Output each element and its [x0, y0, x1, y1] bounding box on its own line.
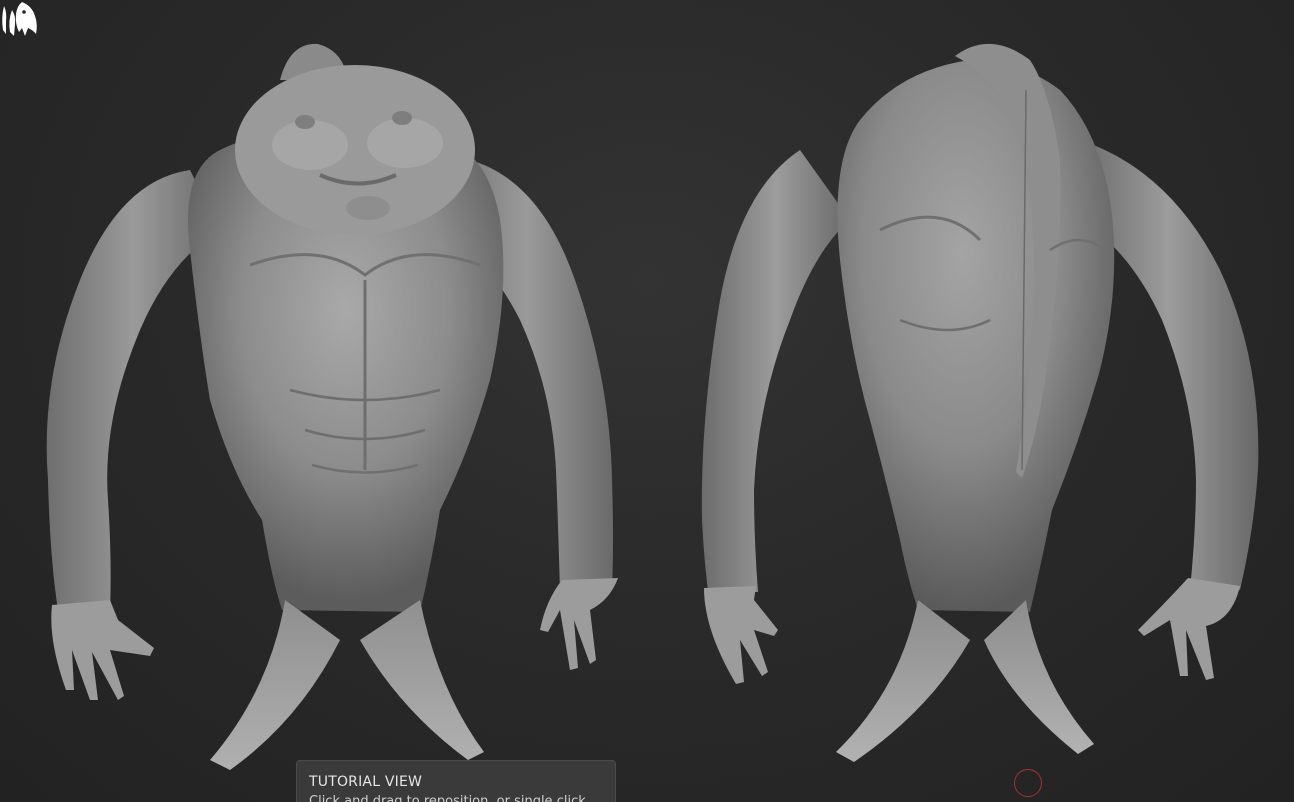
tutorial-body-text: Click and drag to reposition, or single …: [309, 794, 586, 802]
tutorial-view-panel: TUTORIAL VIEW Click and drag to repositi…: [296, 760, 616, 802]
tutorial-title: TUTORIAL VIEW: [309, 774, 423, 790]
brush-cursor-icon: [1014, 769, 1042, 797]
3d-viewport[interactable]: TUTORIAL VIEW Click and drag to repositi…: [0, 0, 1294, 802]
creature-model-front-view[interactable]: [0, 0, 650, 802]
creature-model-back-view[interactable]: [650, 0, 1294, 802]
